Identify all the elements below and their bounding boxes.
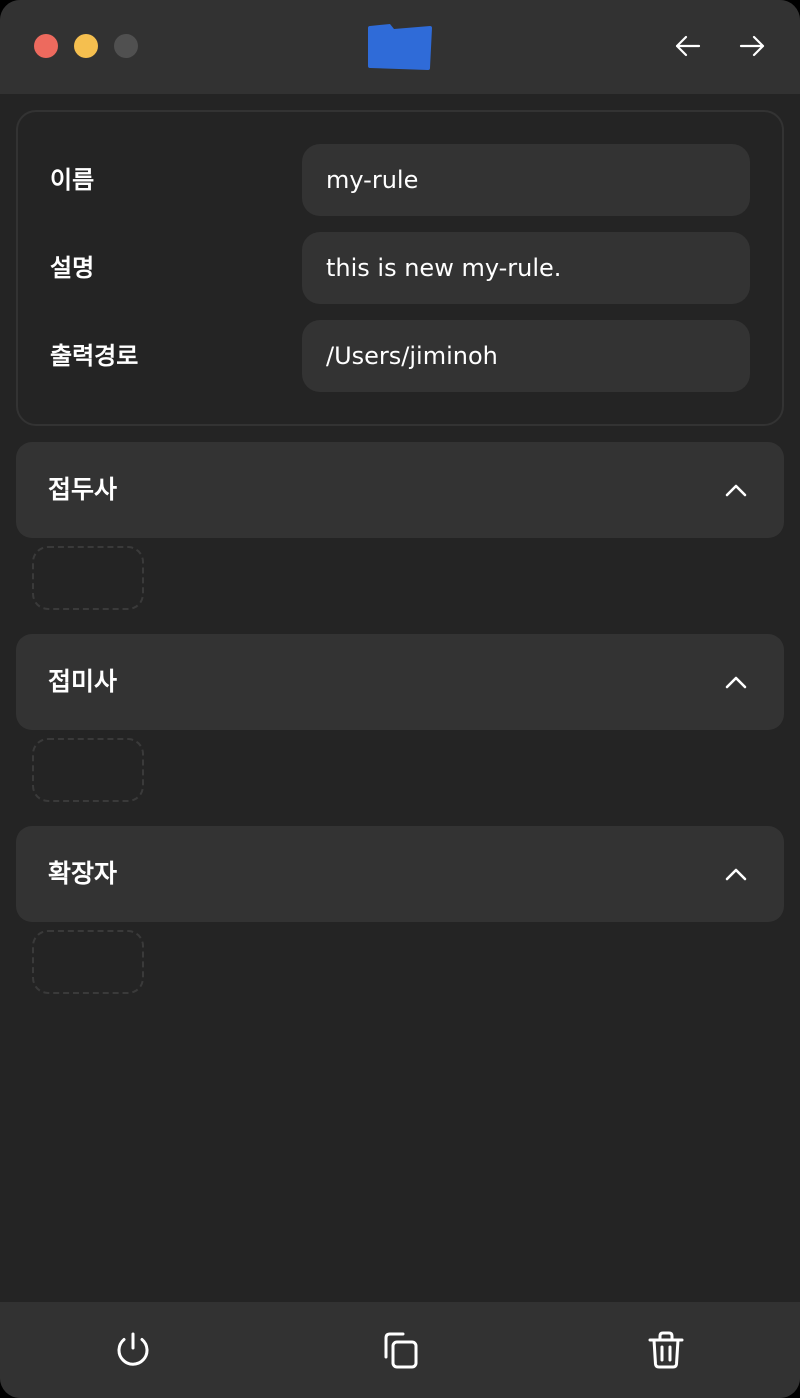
- suffix-section-header[interactable]: 접미사: [16, 634, 784, 730]
- chevron-up-icon[interactable]: [722, 670, 750, 694]
- minimize-window-button[interactable]: [74, 34, 98, 58]
- prefix-section-header[interactable]: 접두사: [16, 442, 784, 538]
- output-path-input[interactable]: [302, 320, 750, 392]
- bottom-toolbar: [0, 1302, 800, 1398]
- power-icon[interactable]: [113, 1330, 153, 1370]
- zoom-window-button[interactable]: [114, 34, 138, 58]
- folder-icon: [368, 24, 432, 70]
- title-bar: [0, 0, 800, 94]
- name-input[interactable]: [302, 144, 750, 216]
- close-window-button[interactable]: [34, 34, 58, 58]
- arrow-left-icon[interactable]: [672, 30, 704, 62]
- name-label: 이름: [50, 166, 95, 194]
- extension-add-slot[interactable]: [32, 930, 144, 994]
- extension-section-header[interactable]: 확장자: [16, 826, 784, 922]
- description-label: 설명: [50, 254, 95, 282]
- copy-icon[interactable]: [380, 1330, 420, 1370]
- rule-settings-card: 이름 설명 출력경로: [16, 110, 784, 426]
- suffix-add-slot[interactable]: [32, 738, 144, 802]
- trash-icon[interactable]: [646, 1330, 686, 1370]
- output-path-row: 출력경로: [18, 320, 782, 392]
- chevron-up-icon[interactable]: [722, 478, 750, 502]
- extension-section-title: 확장자: [48, 859, 118, 888]
- output-path-label: 출력경로: [50, 342, 139, 370]
- description-input[interactable]: [302, 232, 750, 304]
- app-window: 이름 설명 출력경로 접두사 접미사 확장자: [0, 0, 800, 1398]
- prefix-section-title: 접두사: [48, 475, 118, 504]
- description-row: 설명: [18, 232, 782, 304]
- name-row: 이름: [18, 144, 782, 216]
- arrow-right-icon[interactable]: [736, 30, 768, 62]
- suffix-section-title: 접미사: [48, 667, 118, 696]
- chevron-up-icon[interactable]: [722, 862, 750, 886]
- prefix-add-slot[interactable]: [32, 546, 144, 610]
